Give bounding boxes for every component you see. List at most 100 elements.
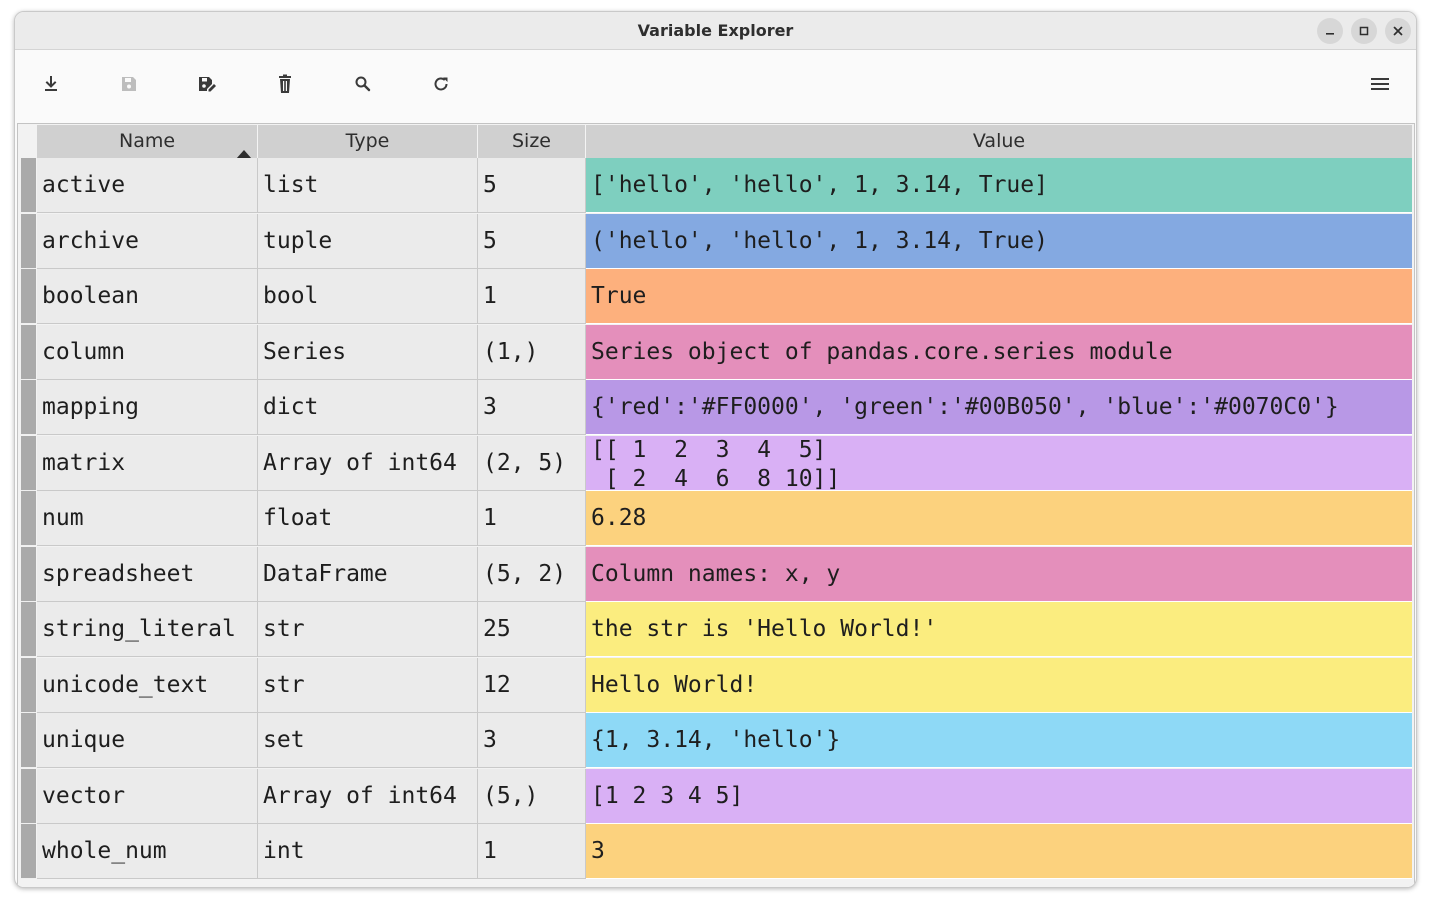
title-bar[interactable]: Variable Explorer [15, 12, 1416, 50]
table-row[interactable]: num float 1 6.28 [18, 491, 1412, 546]
cell-type[interactable]: tuple [258, 213, 478, 269]
row-header[interactable] [21, 657, 36, 713]
table-row[interactable]: matrix Array of int64 (2, 5)[[ 1 2 3 4 5] … [18, 435, 1412, 491]
refresh-button[interactable] [426, 71, 456, 101]
cell-value[interactable]: 3 [586, 824, 1412, 879]
cell-value[interactable]: True [586, 269, 1412, 324]
save-data-button[interactable] [114, 71, 144, 101]
search-icon [354, 75, 372, 97]
cell-value[interactable]: Series object of pandas.core.series modu… [586, 324, 1412, 380]
cell-size[interactable]: 3 [478, 713, 586, 768]
cell-size[interactable]: (2, 5) [478, 435, 586, 491]
cell-name[interactable]: active [37, 158, 258, 213]
cell-type[interactable]: str [258, 602, 478, 657]
cell-size[interactable]: (5, 2) [478, 546, 586, 602]
row-header[interactable] [21, 602, 36, 657]
cell-size[interactable]: 1 [478, 269, 586, 324]
options-menu-button[interactable] [1365, 71, 1395, 101]
row-header[interactable] [21, 713, 36, 768]
close-button[interactable] [1385, 18, 1411, 44]
row-header[interactable] [21, 380, 36, 435]
import-data-icon [42, 75, 60, 97]
cell-type[interactable]: Array of int64 [258, 768, 478, 824]
column-header-name[interactable]: Name [37, 125, 258, 159]
cell-size[interactable]: (5,) [478, 768, 586, 824]
cell-size[interactable]: 12 [478, 657, 586, 713]
cell-type[interactable]: list [258, 158, 478, 213]
search-button[interactable] [348, 71, 378, 101]
cell-value[interactable]: the str is 'Hello World!' [586, 602, 1412, 657]
cell-name[interactable]: unicode_text [37, 657, 258, 713]
row-header[interactable] [21, 824, 36, 879]
maximize-button[interactable] [1351, 18, 1377, 44]
cell-size[interactable]: 5 [478, 213, 586, 269]
cell-name[interactable]: column [37, 324, 258, 380]
row-header[interactable] [21, 546, 36, 602]
cell-name[interactable]: boolean [37, 269, 258, 324]
cell-value[interactable]: ['hello', 'hello', 1, 3.14, True] [586, 158, 1412, 213]
cell-name[interactable]: num [37, 491, 258, 546]
table-row[interactable]: vector Array of int64 (5,) [1 2 3 4 5] [18, 768, 1412, 824]
cell-size[interactable]: 3 [478, 380, 586, 435]
import-data-button[interactable] [36, 71, 66, 101]
cell-size[interactable]: 5 [478, 158, 586, 213]
window-title: Variable Explorer [637, 21, 794, 40]
cell-size[interactable]: 1 [478, 491, 586, 546]
cell-name[interactable]: whole_num [37, 824, 258, 879]
cell-name[interactable]: string_literal [37, 602, 258, 657]
table-row[interactable]: spreadsheet DataFrame (5, 2) Column names: … [18, 546, 1412, 602]
cell-size[interactable]: 25 [478, 602, 586, 657]
cell-name[interactable]: archive [37, 213, 258, 269]
row-header[interactable] [21, 491, 36, 546]
cell-name[interactable]: mapping [37, 380, 258, 435]
cell-value[interactable]: [1 2 3 4 5] [586, 768, 1412, 824]
cell-size[interactable]: (1,) [478, 324, 586, 380]
table-row[interactable]: column Series (1,) Series object of pandas.… [18, 324, 1412, 380]
row-header[interactable] [21, 269, 36, 324]
row-header[interactable] [21, 324, 36, 380]
cell-name[interactable]: vector [37, 768, 258, 824]
minimize-icon [1324, 22, 1336, 41]
remove-all-button[interactable] [270, 71, 300, 101]
table-row[interactable]: unicode_text str 12 Hello World! [18, 657, 1412, 713]
minimize-button[interactable] [1317, 18, 1343, 44]
row-header[interactable] [21, 768, 36, 824]
table-row[interactable]: boolean bool 1 True [18, 269, 1412, 324]
column-header-name-label: Name [119, 130, 176, 152]
cell-value[interactable]: {1, 3.14, 'hello'} [586, 713, 1412, 768]
cell-type[interactable]: float [258, 491, 478, 546]
row-header[interactable] [21, 213, 36, 269]
cell-type[interactable]: Array of int64 [258, 435, 478, 491]
row-header[interactable] [21, 435, 36, 491]
column-header-value[interactable]: Value [586, 125, 1412, 158]
cell-value[interactable]: 6.28 [586, 491, 1412, 546]
cell-value[interactable]: Column names: x, y [586, 546, 1412, 602]
cell-type[interactable]: DataFrame [258, 546, 478, 602]
cell-value[interactable]: [[ 1 2 3 4 5] [ 2 4 6 8 10]] [586, 435, 1412, 491]
cell-name[interactable]: spreadsheet [37, 546, 258, 602]
save-data-as-button[interactable] [192, 71, 222, 101]
cell-type[interactable]: int [258, 824, 478, 879]
remove-all-icon [276, 74, 294, 98]
table-row[interactable]: active list 5 ['hello', 'hello', 1, 3.14, T… [18, 158, 1412, 213]
cell-type[interactable]: dict [258, 380, 478, 435]
cell-value[interactable]: ('hello', 'hello', 1, 3.14, True) [586, 213, 1412, 269]
cell-type[interactable]: str [258, 657, 478, 713]
cell-type[interactable]: set [258, 713, 478, 768]
table-row[interactable]: unique set 3 {1, 3.14, 'hello'} [18, 713, 1412, 768]
cell-value[interactable]: {'red':'#FF0000', 'green':'#00B050', 'bl… [586, 380, 1412, 435]
table-row[interactable]: whole_num int 1 3 [18, 824, 1412, 879]
column-header-size[interactable]: Size [478, 125, 586, 158]
cell-value[interactable]: Hello World! [586, 657, 1412, 713]
cell-type[interactable]: Series [258, 324, 478, 380]
table-row[interactable]: string_literal str 25 the str is 'Hello Wor… [18, 602, 1412, 657]
column-header-type[interactable]: Type [258, 125, 478, 158]
cell-size[interactable]: 1 [478, 824, 586, 879]
cell-name[interactable]: matrix [37, 435, 258, 491]
table-row[interactable]: mapping dict 3 {'red':'#FF0000', 'green':'#… [18, 380, 1412, 435]
row-header[interactable] [21, 158, 36, 213]
table-row[interactable]: archive tuple 5 ('hello', 'hello', 1, 3.14,… [18, 213, 1412, 269]
save-data-icon [120, 75, 138, 97]
cell-name[interactable]: unique [37, 713, 258, 768]
cell-type[interactable]: bool [258, 269, 478, 324]
